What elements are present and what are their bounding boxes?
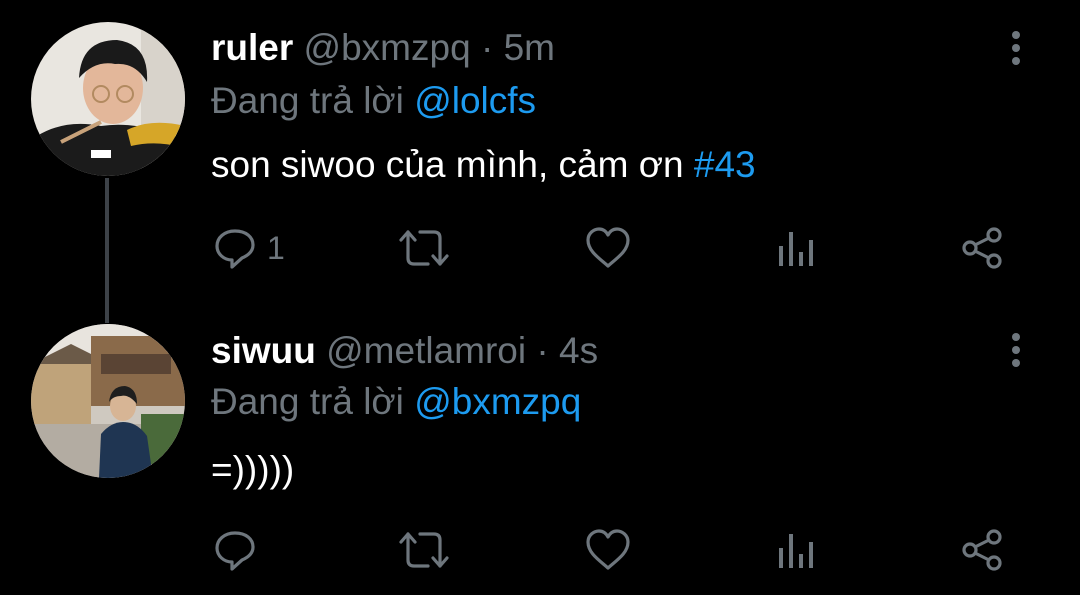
avatar-image <box>31 22 185 176</box>
tweet-body: =))))) <box>211 449 295 490</box>
analytics-button[interactable] <box>776 220 816 276</box>
separator-dot: · <box>536 330 549 371</box>
avatar[interactable] <box>31 324 185 478</box>
avatar[interactable] <box>31 22 185 176</box>
timestamp[interactable]: 4s <box>559 330 598 371</box>
avatar-image <box>31 324 185 478</box>
like-icon <box>586 227 630 268</box>
retweet-button[interactable] <box>398 522 450 578</box>
display-name[interactable]: ruler <box>211 27 293 68</box>
more-icon <box>1012 31 1020 39</box>
like-button[interactable] <box>585 522 631 578</box>
share-icon <box>962 227 1002 269</box>
more-icon <box>1012 333 1020 341</box>
tweet-text: =))))) <box>211 448 294 492</box>
retweet-icon <box>399 230 449 266</box>
hashtag-link[interactable]: #43 <box>694 144 756 185</box>
user-handle[interactable]: @bxmzpq <box>304 27 471 68</box>
tweet-actions <box>0 522 1080 578</box>
replying-to-label: Đang trả lời <box>211 80 404 121</box>
share-button[interactable] <box>960 220 1004 276</box>
replying-to-label: Đang trả lời <box>211 381 404 422</box>
tweet[interactable]: ruler @bxmzpq · 5m Đang trả lời @lolcfs … <box>0 0 1080 300</box>
analytics-icon <box>779 534 813 568</box>
replying-to: Đang trả lời @bxmzpq <box>211 380 581 424</box>
tweet-actions: 1 <box>0 220 1080 276</box>
display-name[interactable]: siwuu <box>211 330 316 371</box>
analytics-button[interactable] <box>776 522 816 578</box>
user-handle[interactable]: @metlamroi <box>326 330 526 371</box>
tweet-text: son siwoo của mình, cảm ơn #43 <box>211 143 756 187</box>
retweet-icon <box>399 532 449 568</box>
timestamp[interactable]: 5m <box>504 27 555 68</box>
reply-count: 1 <box>267 229 285 266</box>
replying-to: Đang trả lời @lolcfs <box>211 79 536 123</box>
reply-icon <box>215 229 255 269</box>
more-options-button[interactable] <box>1000 328 1032 372</box>
tweet-body: son siwoo của mình, cảm ơn <box>211 144 684 185</box>
tweet-header: ruler @bxmzpq · 5m <box>211 26 555 70</box>
reply-icon <box>215 531 255 571</box>
analytics-icon <box>779 232 813 266</box>
retweet-button[interactable] <box>398 220 450 276</box>
like-icon <box>586 529 630 570</box>
like-button[interactable] <box>585 220 631 276</box>
mention-link[interactable]: @bxmzpq <box>414 381 581 422</box>
reply-button[interactable]: 1 <box>213 220 285 276</box>
reply-button[interactable] <box>213 522 267 578</box>
more-options-button[interactable] <box>1000 26 1032 70</box>
share-icon <box>962 529 1002 571</box>
separator-dot: · <box>480 27 494 68</box>
tweet[interactable]: siwuu @metlamroi · 4s Đang trả lời @bxmz… <box>0 300 1080 595</box>
tweet-header: siwuu @metlamroi · 4s <box>211 329 598 373</box>
share-button[interactable] <box>960 522 1004 578</box>
mention-link[interactable]: @lolcfs <box>414 80 536 121</box>
